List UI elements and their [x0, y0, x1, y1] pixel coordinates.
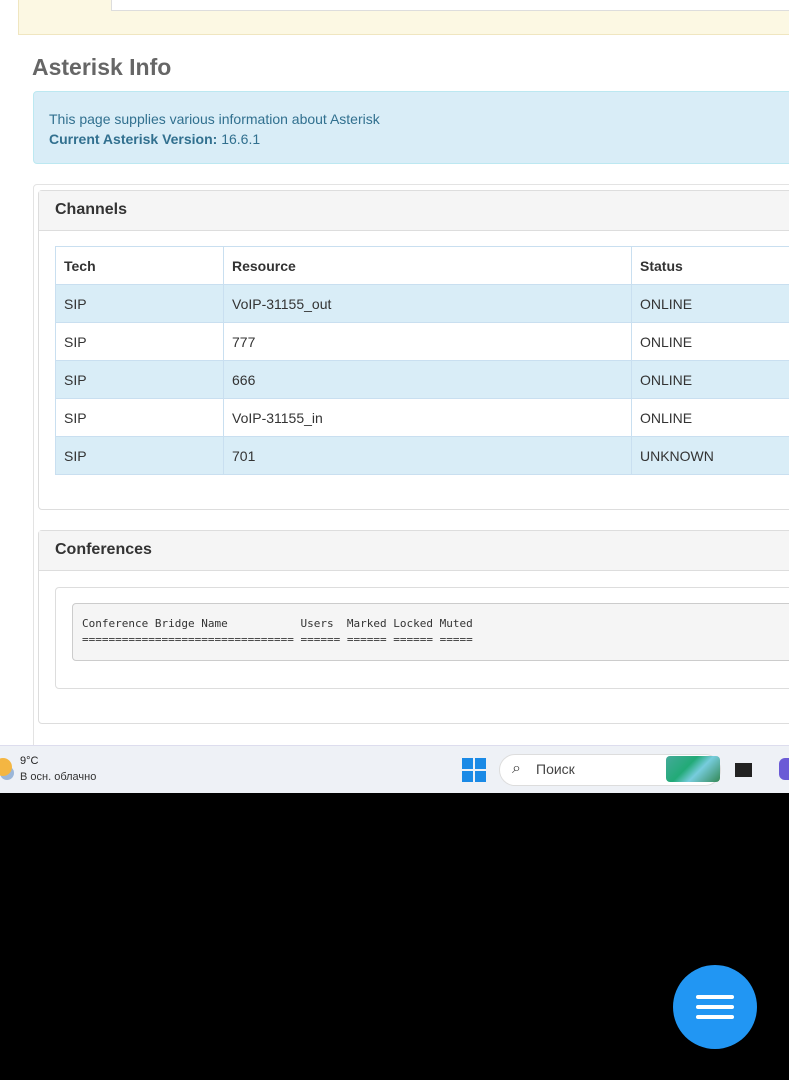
page-title: Asterisk Info: [32, 54, 172, 80]
weather-cloud-sun-icon[interactable]: [0, 758, 12, 776]
hamburger-icon: [696, 995, 734, 999]
menu-fab-button[interactable]: [673, 965, 757, 1049]
info-alert: This page supplies various information a…: [33, 91, 789, 164]
cell-resource: 777: [223, 322, 632, 361]
cell-tech: SIP: [55, 284, 224, 323]
windows-start-icon[interactable]: [462, 758, 486, 782]
cell-status: ONLINE: [631, 398, 789, 437]
cell-status: ONLINE: [631, 322, 789, 361]
weather-temperature[interactable]: 9°C: [20, 755, 38, 767]
chat-app-icon[interactable]: [779, 758, 789, 780]
column-header-tech: Tech: [55, 246, 224, 285]
info-description: This page supplies various information a…: [49, 111, 380, 127]
column-header-status: Status: [631, 246, 789, 285]
search-highlight-image-icon[interactable]: [666, 756, 720, 782]
cell-tech: SIP: [55, 436, 224, 475]
cell-resource: VoIP-31155_out: [223, 284, 632, 323]
table-row: SIP VoIP-31155_out ONLINE: [55, 284, 789, 323]
channels-panel: Channels Tech Resource Status SIP VoIP-31…: [38, 190, 789, 510]
version-value: 16.6.1: [221, 131, 261, 147]
windows-taskbar: 9°C В осн. облачно ⌕ Поиск: [0, 745, 789, 793]
weather-condition[interactable]: В осн. облачно: [20, 771, 96, 783]
cell-resource: 701: [223, 436, 632, 475]
cell-status: ONLINE: [631, 284, 789, 323]
table-row: SIP 701 UNKNOWN: [55, 436, 789, 475]
top-alert-box: [18, 0, 789, 35]
table-row: SIP 777 ONLINE: [55, 322, 789, 361]
browser-viewport: Asterisk Info This page supplies various…: [0, 0, 789, 745]
column-header-resource: Resource: [223, 246, 632, 285]
channels-table: Tech Resource Status SIP VoIP-31155_out ON…: [55, 246, 789, 475]
cell-resource: 666: [223, 360, 632, 399]
conferences-panel: Conferences Conference Bridge Name Users…: [38, 530, 789, 724]
cell-resource: VoIP-31155_in: [223, 398, 632, 437]
search-icon: ⌕: [512, 760, 521, 777]
conferences-output: Conference Bridge Name Users Marked Lock…: [72, 603, 789, 661]
cell-status: UNKNOWN: [631, 436, 789, 475]
channels-title: Channels: [39, 191, 789, 231]
cell-tech: SIP: [55, 322, 224, 361]
cell-status: ONLINE: [631, 360, 789, 399]
search-placeholder: Поиск: [536, 761, 575, 777]
table-row: SIP 666 ONLINE: [55, 360, 789, 399]
cell-tech: SIP: [55, 360, 224, 399]
version-label: Current Asterisk Version:: [49, 131, 218, 147]
cell-tech: SIP: [55, 398, 224, 437]
conferences-title: Conferences: [39, 531, 789, 571]
task-view-icon[interactable]: [735, 763, 752, 777]
table-row: SIP VoIP-31155_in ONLINE: [55, 398, 789, 437]
